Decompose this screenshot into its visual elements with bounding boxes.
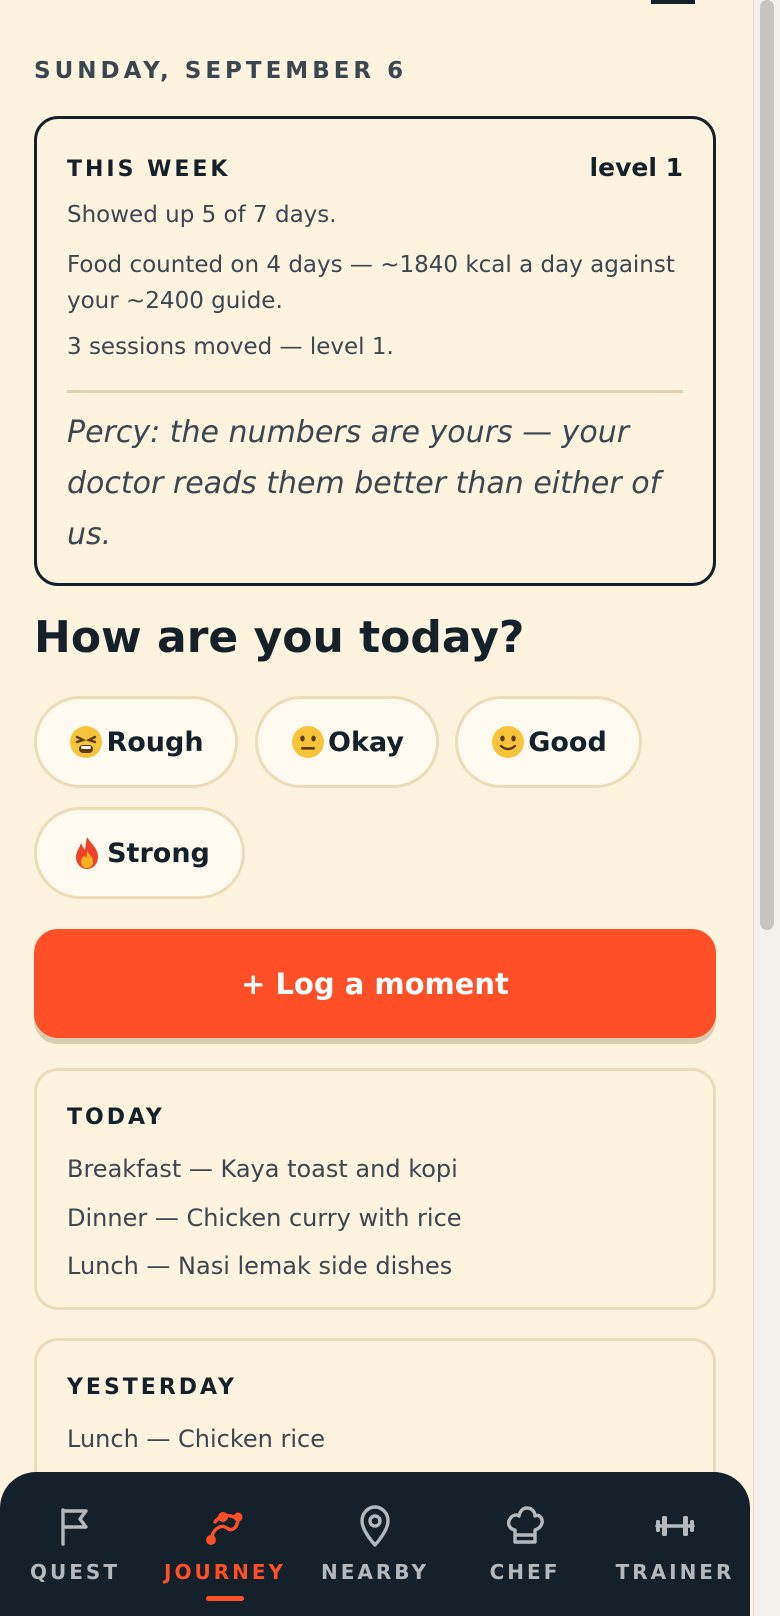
mood-rough-button[interactable]: Rough	[34, 696, 238, 788]
list-item: Lunch — Chicken rice	[67, 1425, 326, 1453]
nav-label: TRAINER	[615, 1560, 735, 1584]
chef-hat-icon	[506, 1506, 544, 1544]
mood-label: Okay	[328, 726, 404, 758]
yesterday-title: YESTERDAY	[67, 1375, 237, 1400]
mood-good-button[interactable]: Good	[455, 696, 642, 788]
week-level-badge: level 1	[589, 153, 683, 182]
today-card: TODAY Breakfast — Kaya toast and kopi Di…	[34, 1068, 716, 1310]
scrollbar-track[interactable]	[753, 0, 780, 1616]
scrollbar-thumb[interactable]	[760, 0, 774, 930]
journey-screen: SUNDAY, SEPTEMBER 6 THIS WEEK level 1 Sh…	[0, 0, 780, 1616]
log-moment-button[interactable]: + Log a moment	[34, 929, 716, 1038]
mood-okay-button[interactable]: Okay	[255, 696, 439, 788]
nav-label: NEARBY	[321, 1560, 429, 1584]
tired-face-emoji	[70, 726, 103, 758]
bottom-nav: QUEST JOURNEY NEARBY CHEF TRAINER	[0, 1472, 750, 1616]
date-label: SUNDAY, SEPTEMBER 6	[34, 58, 408, 84]
mood-label: Strong	[107, 837, 210, 869]
list-item: Dinner — Chicken curry with rice	[67, 1204, 462, 1232]
week-summary-line: Food counted on 4 days — ~1840 kcal a da…	[67, 252, 675, 314]
list-item: Lunch — Nasi lemak side dishes	[67, 1252, 453, 1280]
nav-label: QUEST	[30, 1560, 120, 1584]
today-title: TODAY	[67, 1105, 165, 1130]
route-icon	[206, 1512, 243, 1545]
nav-item-trainer[interactable]: TRAINER	[600, 1472, 750, 1616]
top-edge-element	[651, 0, 695, 4]
this-week-card: THIS WEEK level 1 Showed up 5 of 7 days.…	[34, 116, 716, 586]
flag-icon	[61, 1508, 88, 1546]
coach-quote: Percy: the numbers are yours — your doct…	[67, 415, 661, 552]
slight-smile-emoji	[492, 726, 525, 758]
card-divider	[67, 390, 683, 393]
nav-item-nearby[interactable]: NEARBY	[300, 1472, 450, 1616]
dumbbell-icon	[655, 1516, 695, 1536]
week-summary-line: 3 sessions moved — level 1.	[67, 334, 394, 360]
fire-emoji	[76, 837, 99, 869]
nav-label: JOURNEY	[164, 1560, 286, 1584]
mood-strong-button[interactable]: Strong	[34, 807, 245, 899]
nav-label: CHEF	[489, 1560, 561, 1584]
list-item: Breakfast — Kaya toast and kopi	[67, 1155, 458, 1183]
week-summary-line: Showed up 5 of 7 days.	[67, 202, 337, 228]
nav-item-quest[interactable]: QUEST	[0, 1472, 150, 1616]
mood-label: Good	[528, 726, 607, 758]
this-week-title: THIS WEEK	[67, 157, 231, 182]
nav-item-chef[interactable]: CHEF	[450, 1472, 600, 1616]
mood-label: Rough	[106, 726, 204, 758]
active-indicator	[206, 1596, 244, 1601]
nav-item-journey[interactable]: JOURNEY	[150, 1472, 300, 1616]
mood-heading: How are you today?	[34, 612, 525, 663]
neutral-face-emoji	[292, 726, 325, 758]
map-pin-icon	[360, 1505, 390, 1547]
